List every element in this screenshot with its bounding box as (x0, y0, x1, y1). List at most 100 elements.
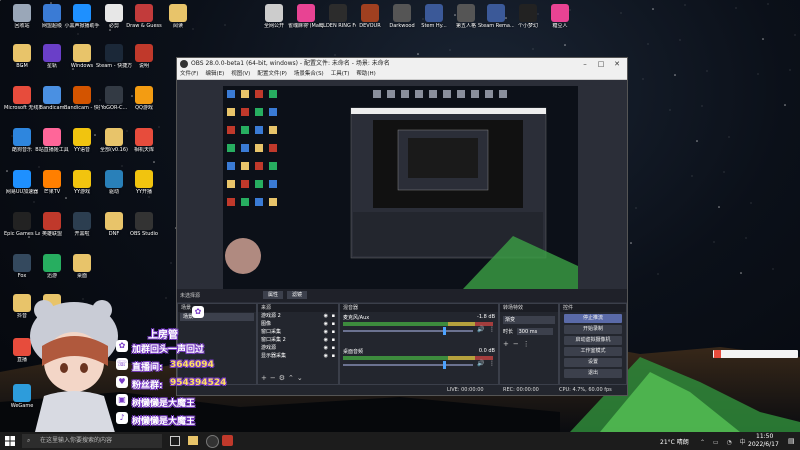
desktop-icon[interactable]: QQ游戏 (126, 86, 162, 111)
source-item[interactable]: 游戏源 2 ◉ ▪ (258, 312, 338, 320)
desktop-icon[interactable]: Windows (64, 44, 100, 69)
remove-icon[interactable]: − (270, 374, 279, 382)
minimize-icon[interactable]: – (577, 58, 593, 70)
volume-slider-handle[interactable] (443, 361, 446, 369)
desktop-icon[interactable]: 糖豆人 (542, 4, 578, 29)
app-taskbar-icon[interactable] (222, 435, 233, 446)
app-icon (73, 212, 91, 230)
desktop-icon[interactable]: ELDEN RING Forged... (320, 4, 356, 29)
desktop-icon[interactable]: Bandicam - 快捷方式 (64, 86, 100, 111)
control-button[interactable]: 退出 (564, 369, 622, 378)
task-view-icon[interactable] (170, 436, 180, 446)
close-icon[interactable]: ✕ (609, 58, 625, 70)
obs-taskbar-icon[interactable] (206, 435, 219, 448)
add-transition-icon[interactable]: + (503, 340, 513, 348)
desktop-icon[interactable]: Draw & Guess (126, 4, 162, 29)
more-icon[interactable]: ⋮ (489, 326, 495, 333)
lock-icon[interactable]: ▪ (332, 320, 335, 328)
visibility-eye-icon[interactable]: ◉ (324, 344, 328, 352)
desktop-icon[interactable]: 桌面 (64, 254, 100, 279)
gear-icon[interactable]: ⚙ (279, 374, 288, 382)
desktop-icon[interactable]: 个小梦幻 (510, 4, 546, 29)
maximize-icon[interactable]: □ (593, 58, 609, 70)
speaker-icon[interactable]: 🔊 (477, 360, 484, 367)
volume-slider[interactable] (343, 364, 473, 366)
lock-icon[interactable]: ▪ (332, 312, 335, 320)
transition-type-select[interactable]: 渐变 (503, 316, 555, 324)
desktop-icon-label: Stem Hy... (421, 23, 447, 29)
more-icon[interactable]: ⋮ (489, 360, 495, 367)
desktop-icon[interactable]: YY开播 (126, 170, 162, 195)
desktop-icon[interactable]: 阅读 (160, 4, 196, 29)
tray-icons[interactable]: ⌃ ▭ ◔ 中 (700, 437, 749, 446)
lock-icon[interactable]: ▪ (332, 344, 335, 352)
obs-menu-item[interactable]: 工具(T) (331, 71, 350, 77)
windows-start-icon[interactable] (5, 436, 15, 446)
obs-menu-item[interactable]: 文件(F) (180, 71, 198, 77)
obs-preview[interactable] (223, 86, 578, 289)
filters-button[interactable]: 滤镜 (287, 291, 307, 299)
sources-panel-title: 来源 (258, 304, 338, 312)
visibility-eye-icon[interactable]: ◉ (324, 352, 328, 360)
desktop-icon[interactable]: 说明 (126, 44, 162, 69)
control-button[interactable]: 启动虚拟摄像机 (564, 336, 622, 345)
lock-icon[interactable]: ▪ (332, 328, 335, 336)
desktop-icon[interactable]: 雀魂麻将 (Mahjong...) (288, 4, 324, 29)
ime-toolbar[interactable] (713, 350, 798, 358)
desktop-icon[interactable]: DEVOUR (352, 4, 388, 29)
control-button[interactable]: 停止推流 (564, 314, 622, 323)
desktop-icon[interactable]: YY语音 (64, 128, 100, 153)
volume-slider[interactable] (343, 330, 473, 332)
source-item[interactable]: 图像 ◉ ▪ (258, 320, 338, 328)
lock-icon[interactable]: ▪ (332, 336, 335, 344)
visibility-eye-icon[interactable]: ◉ (324, 336, 328, 344)
taskbar-search-box[interactable]: ⌕ 在这里输入你要搜索的内容 (22, 434, 162, 448)
sogou-icon[interactable] (714, 350, 721, 358)
visibility-eye-icon[interactable]: ◉ (324, 312, 328, 320)
clock-date[interactable]: 2022/6/17 (748, 441, 779, 448)
control-button[interactable]: 工作室模式 (564, 347, 622, 356)
notification-icon[interactable]: ▤ (788, 437, 795, 445)
lock-icon[interactable]: ▪ (332, 352, 335, 360)
control-button[interactable]: 开始录制 (564, 325, 622, 334)
desktop-icon-label: 说明 (138, 63, 149, 69)
control-button[interactable]: 设置 (564, 358, 622, 367)
visibility-eye-icon[interactable]: ◉ (324, 320, 328, 328)
desktop-icon-label: 阅读 (172, 23, 183, 29)
duration-input[interactable]: 300 ms (516, 328, 553, 335)
more-icon[interactable]: ⋮ (523, 340, 534, 348)
down-icon[interactable]: ⌄ (297, 374, 306, 382)
obs-menu-item[interactable]: 帮助(H) (356, 71, 375, 77)
visibility-eye-icon[interactable]: ◉ (324, 328, 328, 336)
desktop-icon[interactable]: 相机天库 (126, 128, 162, 153)
desktop-icon[interactable]: 全网公开 (256, 4, 292, 29)
obs-menu-item[interactable]: 配置文件(P) (257, 71, 287, 77)
weather-widget[interactable]: 21°C 晴朗 (660, 437, 689, 446)
volume-slider-handle[interactable] (443, 327, 446, 335)
clock-time[interactable]: 11:50 (756, 433, 773, 440)
desktop-icon[interactable]: Darkwood (384, 4, 420, 29)
app-icon (105, 44, 123, 62)
fan-icon: ♥ (116, 376, 128, 388)
properties-button[interactable]: 属性 (263, 291, 283, 299)
source-item[interactable]: 显示器采集 ◉ ▪ (258, 352, 338, 360)
speaker-icon[interactable]: 🔊 (477, 326, 484, 333)
desktop-icon[interactable]: Steam Rema... 快捷方式 (478, 4, 514, 29)
desktop-icon[interactable]: 小黑声掀播助手 (64, 4, 100, 29)
desktop-icon[interactable]: 开黑啦 (64, 212, 100, 237)
mixer-panel-title: 混音器 (340, 304, 498, 312)
obs-menu-item[interactable]: 视图(V) (231, 71, 250, 77)
desktop-icon[interactable]: Stem Hy... (416, 4, 452, 29)
desktop-icon[interactable]: OBS Studio (126, 212, 162, 237)
up-icon[interactable]: ⌃ (288, 374, 297, 382)
source-item[interactable]: 窗口采集 ◉ ▪ (258, 328, 338, 336)
obs-menu-item[interactable]: 场景集合(S) (294, 71, 324, 77)
remove-transition-icon[interactable]: − (513, 340, 523, 348)
add-icon[interactable]: + (261, 374, 270, 382)
desktop-icon[interactable]: YY游戏 (64, 170, 100, 195)
obs-menu-item[interactable]: 编辑(E) (205, 71, 224, 77)
source-item[interactable]: 窗口采集 2 ◉ ▪ (258, 336, 338, 344)
file-explorer-icon[interactable] (188, 436, 198, 445)
source-item[interactable]: 游戏源 ◉ ▪ (258, 344, 338, 352)
app-icon (13, 170, 31, 188)
